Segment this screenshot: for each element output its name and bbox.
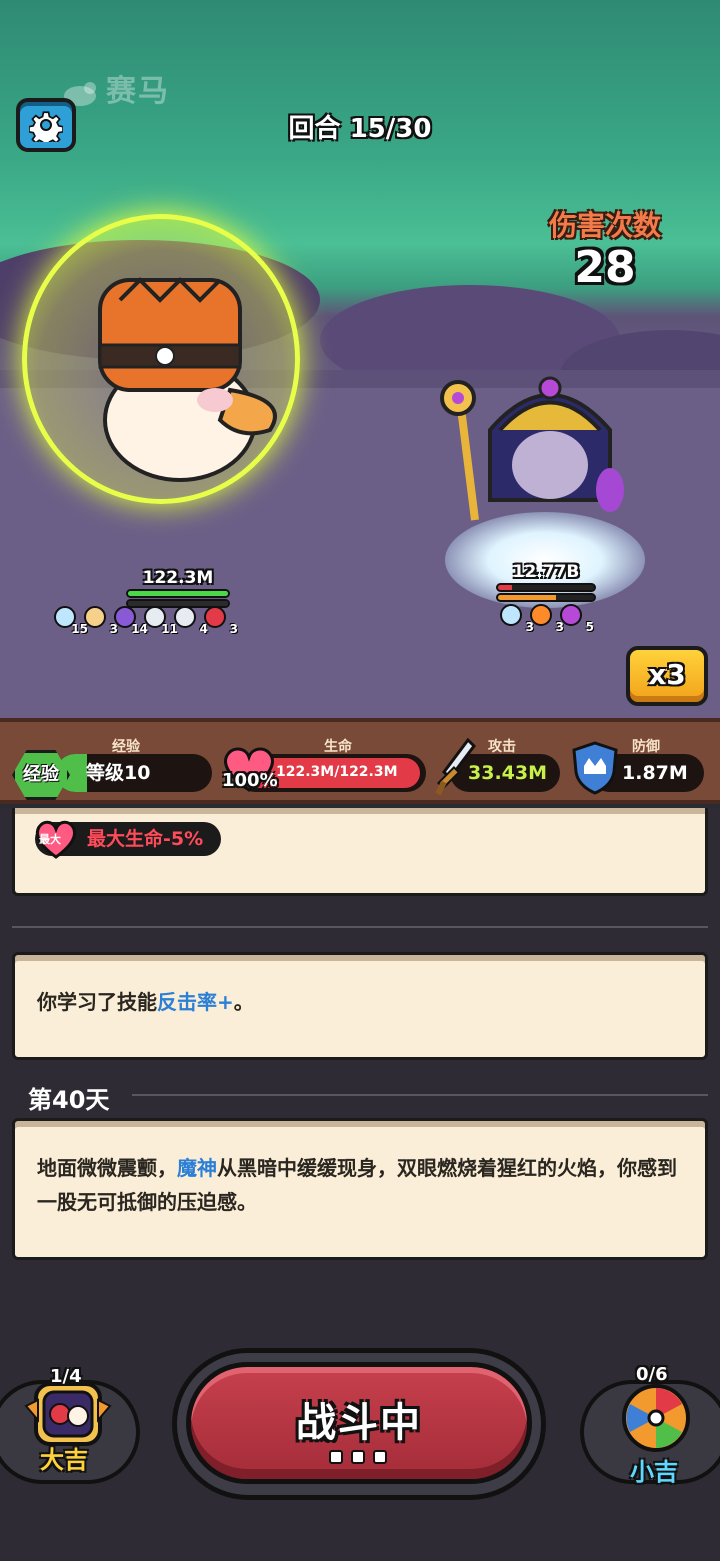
hp-label: 生命 bbox=[324, 739, 352, 755]
skill-prefix: 你学习了技能 bbox=[37, 990, 157, 1014]
xp-label: 经验 bbox=[112, 739, 140, 755]
status-badge: 11 bbox=[144, 606, 178, 636]
skill-name-link[interactable]: 反击率+ bbox=[157, 990, 234, 1014]
log-card-story: 地面微微震颤，魔神从黑暗中缓缓现身，双眼燃烧着猩红的火焰，你感到一股无可抵御的压… bbox=[12, 1118, 708, 1260]
player-hero-sprite[interactable] bbox=[80, 250, 280, 500]
story-prefix: 地面微微震颤， bbox=[37, 1156, 177, 1180]
big-draw-count: 1/4 bbox=[50, 1366, 82, 1387]
demon-name-link[interactable]: 魔神 bbox=[177, 1156, 217, 1180]
skill-suffix: 。 bbox=[233, 990, 254, 1014]
fire-demon-icon bbox=[204, 606, 226, 628]
badge-count: 3 bbox=[229, 622, 238, 636]
skill-learned-text: 你学习了技能反击率+。 bbox=[37, 985, 254, 1019]
prize-wheel-icon bbox=[622, 1384, 690, 1452]
level-text: 等级10 bbox=[86, 762, 151, 784]
hit-count-value: 28 bbox=[574, 242, 636, 293]
story-text: 地面微微震颤，魔神从黑暗中缓缓现身，双眼燃烧着猩红的火焰，你感到一股无可抵御的压… bbox=[37, 1151, 687, 1219]
enemy-hp-value: 12.77B bbox=[512, 562, 580, 582]
shield-icon bbox=[572, 741, 618, 795]
hp-text: 122.3M/122.3M bbox=[276, 764, 398, 780]
hit-count-label: 伤害次数 bbox=[548, 209, 661, 242]
enemy-hp-panel: 12.77B bbox=[496, 562, 596, 602]
player-hp-panel: 122.3M bbox=[126, 568, 230, 608]
day-divider bbox=[132, 1094, 708, 1096]
wheel-count: 0/6 bbox=[636, 1364, 668, 1385]
def-value: 1.87M bbox=[622, 762, 688, 784]
speed-x3-button[interactable]: x3 bbox=[626, 646, 708, 706]
fight-button-label: 战斗中 bbox=[296, 1400, 422, 1446]
status-badge: 3 bbox=[500, 604, 534, 634]
watermark-text: 赛马 bbox=[106, 74, 170, 109]
heart-tag: 最大 bbox=[39, 833, 61, 846]
status-badge: 5 bbox=[560, 604, 594, 634]
enemy-pharaoh-sprite[interactable] bbox=[420, 370, 630, 530]
ice-crystal-icon bbox=[500, 604, 522, 626]
sword-icon bbox=[435, 738, 476, 796]
status-badge: 3 bbox=[530, 604, 564, 634]
atk-label: 攻击 bbox=[488, 739, 516, 755]
maxhp-debuff-pill: 最大 最大生命-5% bbox=[35, 820, 222, 859]
status-badge: 14 bbox=[114, 606, 148, 636]
big-draw-label: 大吉 bbox=[40, 1446, 88, 1474]
watermark: 赛马 bbox=[60, 66, 170, 110]
def-label: 防御 bbox=[632, 739, 660, 755]
skull-icon bbox=[560, 604, 582, 626]
status-badge: 4 bbox=[174, 606, 208, 636]
xp-badge: 经验 bbox=[12, 750, 70, 800]
log-card-skill: 你学习了技能反击率+。 bbox=[12, 952, 708, 1060]
stat-bar: 经验 等级10 经验 生命 122.3M/122.3M 100% 攻击 33.4… bbox=[0, 718, 720, 804]
log-card-maxhp: 最大 最大生命-5% bbox=[12, 808, 708, 896]
enemy-hp-fill bbox=[498, 585, 513, 590]
status-badge: 3 bbox=[204, 606, 238, 636]
player-hp-value: 122.3M bbox=[142, 568, 214, 588]
wheel-label: 小吉 bbox=[630, 1458, 678, 1486]
xp-pill[interactable]: 等级10 bbox=[56, 754, 212, 792]
sword-icon bbox=[174, 606, 196, 628]
player-hp-fill bbox=[128, 591, 228, 596]
status-badge: 15 bbox=[54, 606, 88, 636]
status-badge: 3 bbox=[84, 606, 118, 636]
loading-dots bbox=[329, 1450, 387, 1464]
player-buff-list: 15 3 14 11 4 3 bbox=[54, 606, 238, 636]
enemy-shield-bar bbox=[496, 593, 596, 602]
mouse-pet-icon bbox=[84, 606, 106, 628]
log-divider bbox=[12, 926, 708, 928]
player-hp-bar bbox=[126, 589, 230, 598]
maxhp-debuff-text: 最大生命-5% bbox=[87, 828, 204, 850]
enemy-debuff-list: 33 5 bbox=[500, 604, 594, 634]
fire-icon bbox=[530, 604, 552, 626]
badge-count: 5 bbox=[585, 620, 594, 634]
hp-percent: 100% bbox=[222, 770, 278, 791]
enemy-shield-fill bbox=[498, 595, 556, 600]
day-title: 第40天 bbox=[28, 1086, 110, 1114]
enemy-hp-bar bbox=[496, 583, 596, 592]
atk-value: 33.43M bbox=[468, 762, 548, 784]
battle-scene: 赛马 回合 15/30 伤害次数 28 122.3M 15 3 14 11 4 … bbox=[0, 0, 720, 718]
round-counter: 回合 15/30 bbox=[288, 114, 432, 144]
